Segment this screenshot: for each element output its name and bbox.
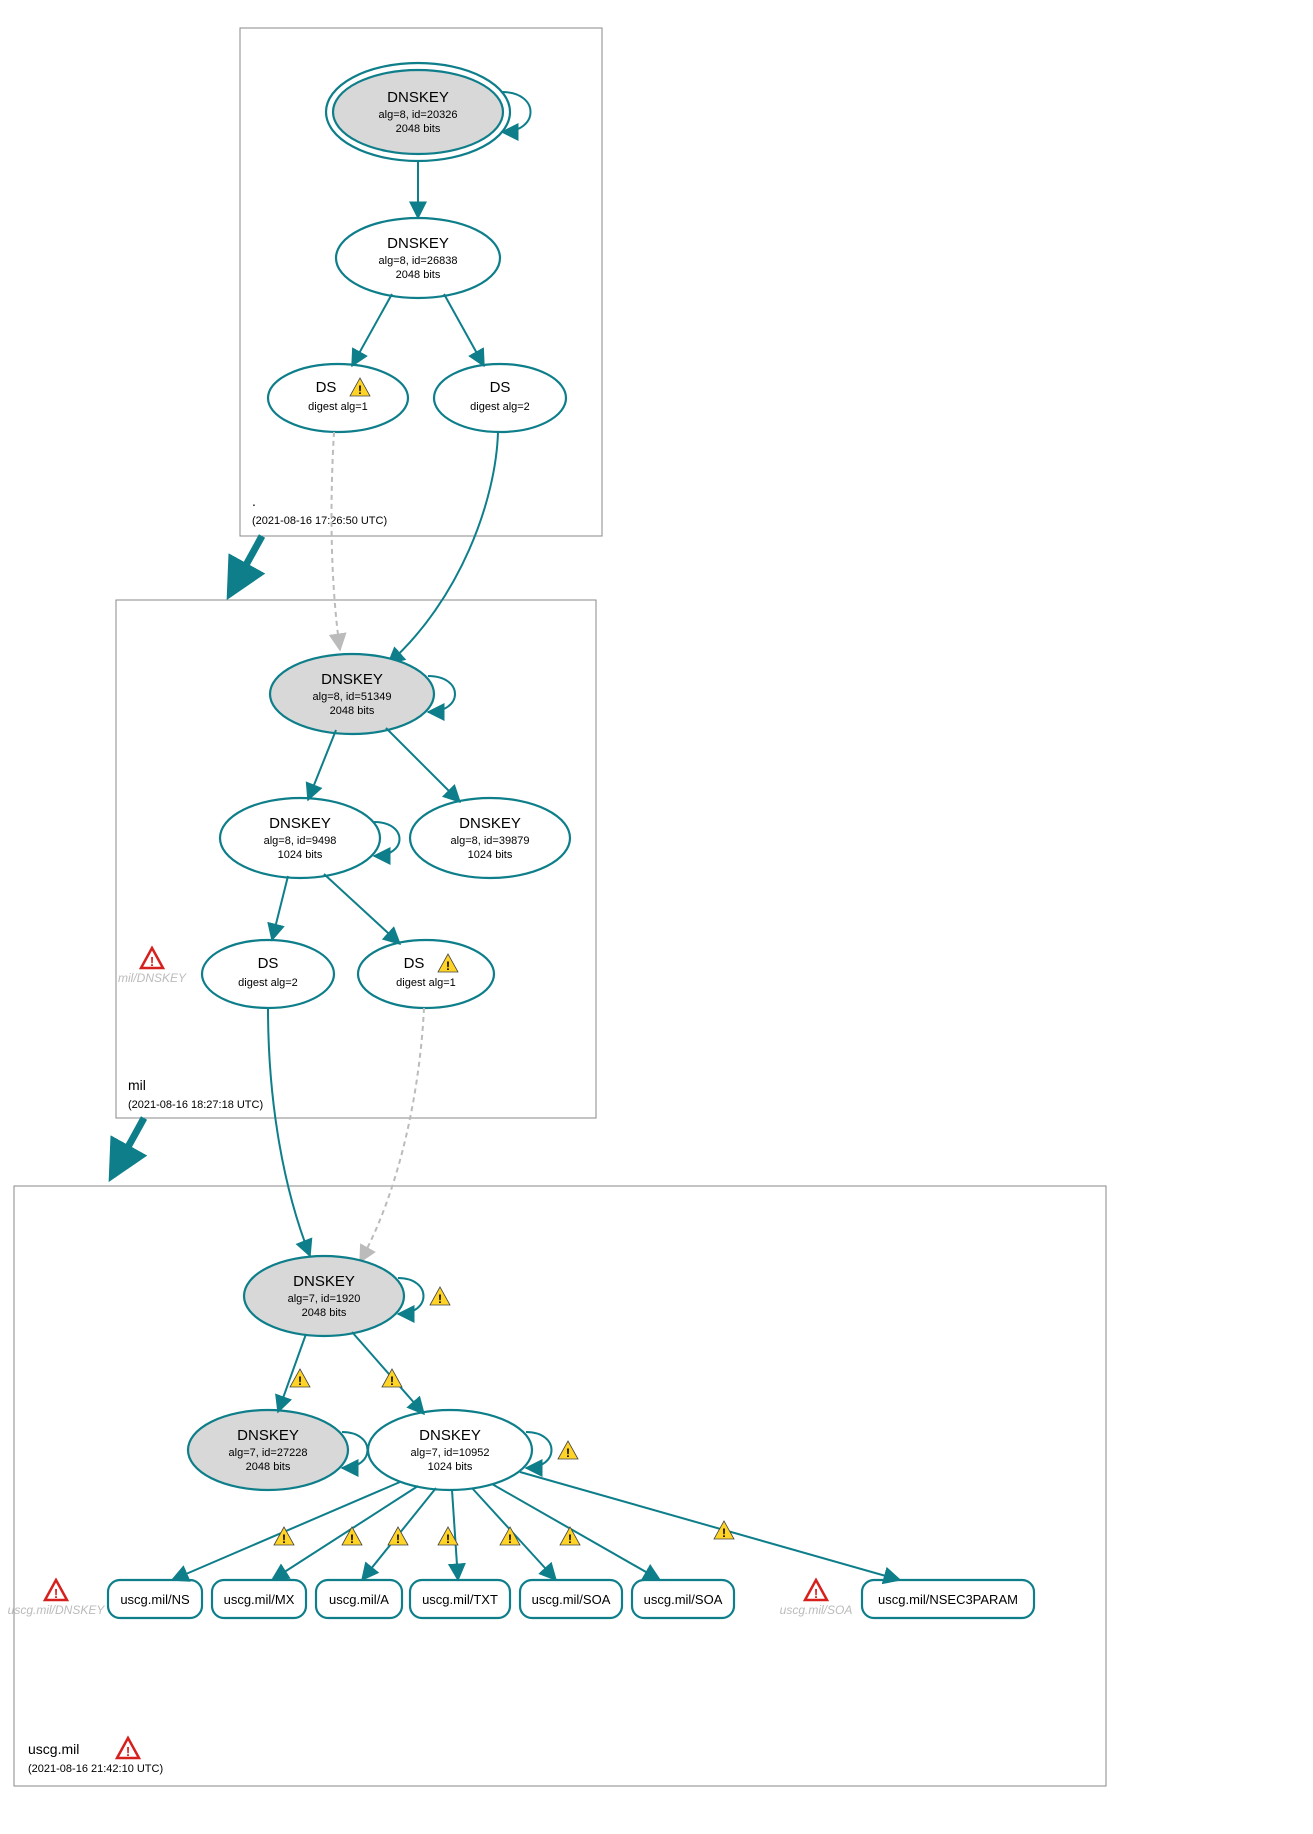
zone-label-uscg: uscg.mil (28, 1741, 79, 1757)
svg-text:alg=7, id=27228: alg=7, id=27228 (229, 1447, 308, 1459)
node-uscg-zsk2[interactable]: DNSKEY alg=7, id=10952 1024 bits (368, 1410, 532, 1490)
svg-text:DNSKEY: DNSKEY (321, 671, 383, 688)
edge-zsk1-ds1 (324, 874, 400, 944)
warn-icon (382, 1369, 402, 1388)
svg-text:2048 bits: 2048 bits (396, 123, 441, 135)
rrset-mx[interactable]: uscg.mil/MX (212, 1580, 306, 1618)
mil-side-label: mil/DNSKEY (118, 971, 187, 985)
zone-ts-root: (2021-08-16 17:26:50 UTC) (252, 515, 387, 527)
svg-text:DS: DS (490, 379, 511, 396)
edge-milksk-zsk2 (386, 728, 460, 802)
uscg-side-soa: uscg.mil/SOA (780, 1603, 853, 1617)
edge-milksk-zsk1 (308, 730, 336, 800)
node-mil-ksk[interactable]: DNSKEY alg=8, id=51349 2048 bits (270, 654, 434, 734)
warn-icon (388, 1527, 408, 1546)
node-uscg-ksk[interactable]: DNSKEY alg=7, id=1920 2048 bits (244, 1256, 404, 1336)
edge-milds2-uscgksk (268, 1008, 310, 1256)
svg-text:uscg.mil/NSEC3PARAM: uscg.mil/NSEC3PARAM (878, 1592, 1018, 1607)
edge-root-zsk-ds2 (444, 294, 484, 366)
zone-edge-root-mil (230, 536, 262, 594)
zone-label-mil: mil (128, 1077, 146, 1093)
uscg-side-dnskey: uscg.mil/DNSKEY (8, 1603, 106, 1617)
rrset-soa2[interactable]: uscg.mil/SOA (632, 1580, 734, 1618)
zone-ts-mil: (2021-08-16 18:27:18 UTC) (128, 1099, 263, 1111)
rrset-a[interactable]: uscg.mil/A (316, 1580, 402, 1618)
error-icon (805, 1580, 827, 1601)
svg-text:digest alg=2: digest alg=2 (470, 401, 530, 413)
svg-text:DS: DS (404, 955, 425, 972)
svg-text:uscg.mil/SOA: uscg.mil/SOA (532, 1592, 611, 1607)
rrset-nsec[interactable]: uscg.mil/NSEC3PARAM (862, 1580, 1034, 1618)
svg-text:DNSKEY: DNSKEY (419, 1427, 481, 1444)
svg-text:uscg.mil/A: uscg.mil/A (329, 1592, 389, 1607)
svg-text:2048 bits: 2048 bits (396, 269, 441, 281)
zone-box-uscg (14, 1186, 1106, 1786)
svg-text:DNSKEY: DNSKEY (387, 235, 449, 252)
zone-edge-mil-uscg (112, 1118, 144, 1176)
svg-text:alg=8, id=26838: alg=8, id=26838 (379, 255, 458, 267)
svg-text:uscg.mil/MX: uscg.mil/MX (224, 1592, 295, 1607)
svg-text:2048 bits: 2048 bits (302, 1307, 347, 1319)
svg-text:1024 bits: 1024 bits (468, 849, 513, 861)
svg-text:digest alg=1: digest alg=1 (396, 977, 456, 989)
warn-icon (560, 1527, 580, 1546)
node-uscg-zsk1[interactable]: DNSKEY alg=7, id=27228 2048 bits (188, 1410, 348, 1490)
svg-text:DNSKEY: DNSKEY (293, 1273, 355, 1290)
edge-zsk1-ds2 (272, 876, 288, 940)
node-root-ds1[interactable]: DS digest alg=1 (268, 364, 408, 432)
svg-text:2048 bits: 2048 bits (330, 705, 375, 717)
rrset-ns[interactable]: uscg.mil/NS (108, 1580, 202, 1618)
edge-uscgksk-zsk2 (352, 1332, 424, 1414)
error-icon (45, 1580, 67, 1601)
node-root-zsk[interactable]: DNSKEY alg=8, id=26838 2048 bits (336, 218, 500, 298)
svg-text:1024 bits: 1024 bits (278, 849, 323, 861)
svg-text:digest alg=1: digest alg=1 (308, 401, 368, 413)
node-mil-zsk1[interactable]: DNSKEY alg=8, id=9498 1024 bits (220, 798, 380, 878)
svg-text:DS: DS (316, 379, 337, 396)
edge-ds2-milksk (388, 432, 498, 664)
svg-text:DNSKEY: DNSKEY (459, 815, 521, 832)
svg-text:alg=8, id=9498: alg=8, id=9498 (264, 835, 337, 847)
svg-text:alg=7, id=10952: alg=7, id=10952 (411, 1447, 490, 1459)
svg-text:uscg.mil/TXT: uscg.mil/TXT (422, 1592, 498, 1607)
warn-icon (558, 1441, 578, 1460)
zone-label-root: . (252, 493, 256, 509)
svg-text:1024 bits: 1024 bits (428, 1461, 473, 1473)
error-icon (141, 948, 163, 969)
warn-icon (430, 1287, 450, 1306)
svg-text:2048 bits: 2048 bits (246, 1461, 291, 1473)
svg-text:digest alg=2: digest alg=2 (238, 977, 298, 989)
zone-ts-uscg: (2021-08-16 21:42:10 UTC) (28, 1763, 163, 1775)
svg-text:alg=8, id=39879: alg=8, id=39879 (451, 835, 530, 847)
svg-text:DNSKEY: DNSKEY (237, 1427, 299, 1444)
svg-text:uscg.mil/SOA: uscg.mil/SOA (644, 1592, 723, 1607)
svg-text:DS: DS (258, 955, 279, 972)
edge-ds1-milksk-dashed (332, 432, 340, 650)
node-root-ds2[interactable]: DS digest alg=2 (434, 364, 566, 432)
node-mil-zsk2[interactable]: DNSKEY alg=8, id=39879 1024 bits (410, 798, 570, 878)
dnssec-graph: ! ! . (2021-08-16 17:26:50 UTC) DNSKEY a… (0, 0, 1313, 1834)
edge-milds1-uscgksk-dashed (360, 1008, 424, 1262)
error-icon (117, 1738, 139, 1759)
svg-text:DNSKEY: DNSKEY (387, 89, 449, 106)
svg-text:DNSKEY: DNSKEY (269, 815, 331, 832)
svg-text:alg=8, id=20326: alg=8, id=20326 (379, 109, 458, 121)
node-mil-ds1[interactable]: DS digest alg=1 (358, 940, 494, 1008)
warn-icon (714, 1521, 734, 1540)
svg-text:uscg.mil/NS: uscg.mil/NS (120, 1592, 190, 1607)
rrset-soa1[interactable]: uscg.mil/SOA (520, 1580, 622, 1618)
edge-zsk2-soa2 (492, 1484, 660, 1580)
edge-root-zsk-ds1 (352, 294, 392, 366)
svg-text:alg=7, id=1920: alg=7, id=1920 (288, 1293, 361, 1305)
warn-icon (342, 1527, 362, 1546)
node-root-ksk[interactable]: DNSKEY alg=8, id=20326 2048 bits (326, 63, 510, 161)
rrset-txt[interactable]: uscg.mil/TXT (410, 1580, 510, 1618)
edge-zsk2-nsec (520, 1472, 900, 1580)
node-mil-ds2[interactable]: DS digest alg=2 (202, 940, 334, 1008)
svg-text:alg=8, id=51349: alg=8, id=51349 (313, 691, 392, 703)
